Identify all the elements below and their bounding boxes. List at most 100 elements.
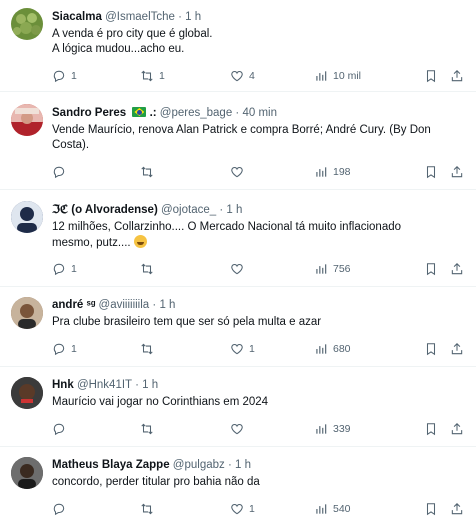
bookmark-icon <box>426 70 436 83</box>
author-name[interactable]: Hnk <box>52 379 74 391</box>
timestamp[interactable]: 1 h <box>226 204 242 216</box>
tweet-3[interactable]: ℑℭ (o Alvoradense) @ojotace_ · 1 h 12 mi… <box>0 190 476 287</box>
reply-button[interactable]: 1 <box>52 68 77 84</box>
tweet-actions: 1 1 680 <box>52 341 468 357</box>
like-button[interactable]: 4 <box>230 68 255 84</box>
like-button[interactable] <box>230 421 249 437</box>
author-name[interactable]: Siacalma <box>52 11 102 23</box>
separator-dot: · <box>227 459 232 471</box>
brazil-flag-icon <box>132 107 147 117</box>
heart-icon <box>231 71 243 82</box>
tweet-text: concordo, perder titular pro bahia não d… <box>52 475 462 490</box>
separator-dot: · <box>152 299 157 311</box>
author-name[interactable]: andré ˢᵍ <box>52 299 95 311</box>
views-button[interactable]: 339 <box>314 421 351 437</box>
bookmark-button[interactable] <box>424 341 438 357</box>
view-count: 756 <box>333 263 351 275</box>
reply-count: 1 <box>71 70 77 82</box>
tweet-header: Matheus Blaya Zappe @pulgabz · 1 h <box>52 456 468 474</box>
tweet-5[interactable]: Hnk @Hnk41IT · 1 h Maurício vai jogar no… <box>0 367 476 447</box>
avatar[interactable] <box>11 104 43 136</box>
reply-button[interactable] <box>52 421 71 437</box>
avatar[interactable] <box>11 8 43 40</box>
tweet-6[interactable]: Matheus Blaya Zappe @pulgabz · 1 h conco… <box>0 447 476 527</box>
retweet-button[interactable] <box>140 261 159 277</box>
author-handle[interactable]: @pulgabz <box>173 459 225 471</box>
avatar[interactable] <box>11 457 43 489</box>
views-button[interactable]: 198 <box>314 164 351 180</box>
author-handle[interactable]: @IsmaelTche <box>105 11 175 23</box>
tweet-text-line: mesmo, putz.... <box>52 237 131 249</box>
timestamp[interactable]: 1 h <box>142 379 158 391</box>
tweet-2[interactable]: Sandro Peres .: @peres_bage · 40 min Ven… <box>0 92 476 190</box>
tweet-text-line: Vende Maurício, renova Alan Patrick e co… <box>52 124 431 136</box>
author-handle[interactable]: @Hnk41IT <box>77 379 132 391</box>
timestamp[interactable]: 1 h <box>235 459 251 471</box>
avatar[interactable] <box>11 377 43 409</box>
like-count: 1 <box>249 503 255 515</box>
tweet-actions: 1 540 <box>52 501 468 517</box>
views-button[interactable]: 10 mil <box>314 68 361 84</box>
retweet-button[interactable] <box>140 421 159 437</box>
tweet-4[interactable]: andré ˢᵍ @aviiiiiiila · 1 h Pra clube br… <box>0 287 476 367</box>
author-handle[interactable]: @peres_bage <box>160 107 232 119</box>
reply-button[interactable]: 1 <box>52 341 77 357</box>
bookmark-button[interactable] <box>424 164 438 180</box>
tweet-header: Sandro Peres .: @peres_bage · 40 min <box>52 104 468 122</box>
author-handle[interactable]: @ojotace_ <box>161 204 216 216</box>
retweet-button[interactable] <box>140 341 159 357</box>
bookmark-button[interactable] <box>424 261 438 277</box>
share-button[interactable] <box>450 68 464 84</box>
grimacing-emoji-icon <box>133 235 147 248</box>
reply-icon <box>53 166 65 179</box>
reply-button[interactable]: 1 <box>52 261 77 277</box>
views-chart-icon <box>316 167 327 177</box>
like-button[interactable] <box>230 261 249 277</box>
avatar[interactable] <box>11 201 43 233</box>
reply-button[interactable] <box>52 164 71 180</box>
reply-icon <box>53 423 65 436</box>
retweet-icon <box>141 166 153 178</box>
timestamp[interactable]: 40 min <box>242 107 277 119</box>
author-name[interactable]: ℑℭ (o Alvoradense) <box>52 204 158 216</box>
author-handle[interactable]: @aviiiiiiila <box>99 299 150 311</box>
share-button[interactable] <box>450 501 464 517</box>
timestamp[interactable]: 1 h <box>185 11 201 23</box>
share-button[interactable] <box>450 261 464 277</box>
bookmark-button[interactable] <box>424 501 438 517</box>
share-button[interactable] <box>450 341 464 357</box>
author-name[interactable]: Sandro Peres <box>52 107 126 119</box>
retweet-button[interactable] <box>140 164 159 180</box>
reply-icon <box>53 503 65 516</box>
tweet-text: Maurício vai jogar no Corinthians em 202… <box>52 395 462 410</box>
tweet-actions: 1 756 <box>52 261 468 277</box>
share-icon <box>451 343 463 355</box>
reply-button[interactable] <box>52 501 71 517</box>
bookmark-icon <box>426 166 436 179</box>
tweet-header: Hnk @Hnk41IT · 1 h <box>52 376 468 394</box>
retweet-button[interactable]: 1 <box>140 68 165 84</box>
tweet-text-line-wrapper: mesmo, putz.... <box>52 235 462 251</box>
timestamp[interactable]: 1 h <box>159 299 175 311</box>
reply-count: 1 <box>71 343 77 355</box>
retweet-button[interactable] <box>140 501 159 517</box>
like-button[interactable]: 1 <box>230 501 255 517</box>
bookmark-button[interactable] <box>424 68 438 84</box>
bookmark-button[interactable] <box>424 421 438 437</box>
views-button[interactable]: 680 <box>314 341 351 357</box>
avatar[interactable] <box>11 297 43 329</box>
views-button[interactable]: 756 <box>314 261 351 277</box>
tweet-text: Pra clube brasileiro tem que ser só pela… <box>52 315 462 330</box>
retweet-count: 1 <box>159 70 165 82</box>
share-button[interactable] <box>450 421 464 437</box>
tweet-1[interactable]: Siacalma @IsmaelTche · 1 h A venda é pro… <box>0 0 476 92</box>
like-button[interactable] <box>230 164 249 180</box>
views-chart-icon <box>316 344 327 354</box>
like-count: 4 <box>249 70 255 82</box>
separator-dot: · <box>135 379 139 391</box>
heart-icon <box>231 344 243 355</box>
like-button[interactable]: 1 <box>230 341 255 357</box>
author-name[interactable]: Matheus Blaya Zappe <box>52 459 170 471</box>
share-button[interactable] <box>450 164 464 180</box>
views-button[interactable]: 540 <box>314 501 351 517</box>
